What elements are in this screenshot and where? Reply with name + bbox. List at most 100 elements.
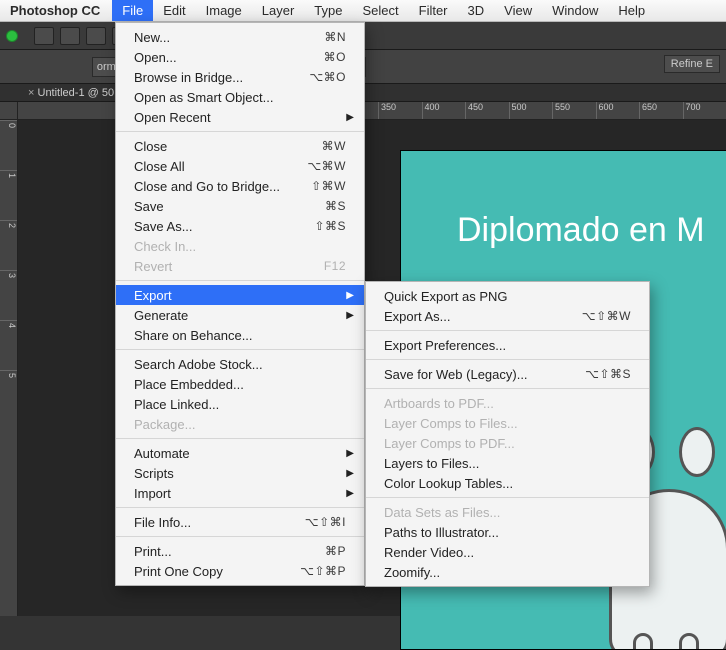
shortcut: ⌥⇧⌘P	[300, 564, 346, 578]
menu-help[interactable]: Help	[608, 0, 655, 21]
file-menu-close-and-go-to-bridge[interactable]: Close and Go to Bridge...⇧⌘W	[116, 176, 364, 196]
menu-item-label: Open Recent	[134, 110, 346, 125]
menu-item-label: Generate	[134, 308, 346, 323]
file-menu-file-info[interactable]: File Info...⌥⇧⌘I	[116, 512, 364, 532]
file-menu-export[interactable]: Export▶	[116, 285, 364, 305]
file-menu-close-all[interactable]: Close All⌥⌘W	[116, 156, 364, 176]
menu-item-label: Print...	[134, 544, 325, 559]
export-menu-layers-to-files[interactable]: Layers to Files...	[366, 453, 649, 473]
file-menu-place-linked[interactable]: Place Linked...	[116, 394, 364, 414]
file-menu-open[interactable]: Open...⌘O	[116, 47, 364, 67]
file-menu-dropdown[interactable]: New...⌘NOpen...⌘OBrowse in Bridge...⌥⌘OO…	[115, 22, 365, 586]
tool-icon[interactable]	[86, 27, 106, 45]
app-name: Photoshop CC	[0, 3, 112, 18]
file-menu-print[interactable]: Print...⌘P	[116, 541, 364, 561]
export-menu-paths-to-illustrator[interactable]: Paths to Illustrator...	[366, 522, 649, 542]
export-menu-layer-comps-to-files: Layer Comps to Files...	[366, 413, 649, 433]
ruler-corner	[0, 102, 18, 120]
file-menu-revert: RevertF12	[116, 256, 364, 276]
menu-item-label: Check In...	[134, 239, 346, 254]
menu-item-label: Export As...	[384, 309, 582, 324]
window-control[interactable]	[6, 30, 18, 42]
file-menu-close[interactable]: Close⌘W	[116, 136, 364, 156]
export-menu-quick-export-as-png[interactable]: Quick Export as PNG	[366, 286, 649, 306]
tool-icon[interactable]	[34, 27, 54, 45]
tab-title: Untitled-1 @ 50	[38, 87, 115, 99]
submenu-arrow-icon: ▶	[346, 310, 354, 321]
menu-item-label: Open as Smart Object...	[134, 90, 346, 105]
file-menu-open-as-smart-object[interactable]: Open as Smart Object...	[116, 87, 364, 107]
export-menu-export-as[interactable]: Export As...⌥⇧⌘W	[366, 306, 649, 326]
system-menubar: Photoshop CC FileEditImageLayerTypeSelec…	[0, 0, 726, 22]
menu-view[interactable]: View	[494, 0, 542, 21]
menu-item-label: Revert	[134, 259, 324, 274]
file-menu-automate[interactable]: Automate▶	[116, 443, 364, 463]
menu-item-label: Open...	[134, 50, 324, 65]
menu-filter[interactable]: Filter	[409, 0, 458, 21]
file-menu-search-adobe-stock[interactable]: Search Adobe Stock...	[116, 354, 364, 374]
file-menu-package: Package...	[116, 414, 364, 434]
menu-item-label: Automate	[134, 446, 346, 461]
menu-item-label: Save As...	[134, 219, 314, 234]
file-menu-place-embedded[interactable]: Place Embedded...	[116, 374, 364, 394]
ruler-vertical: 012345	[0, 120, 18, 616]
menu-item-label: Layer Comps to Files...	[384, 416, 631, 431]
menu-file[interactable]: File	[112, 0, 153, 21]
menu-item-label: Paths to Illustrator...	[384, 525, 631, 540]
menu-select[interactable]: Select	[352, 0, 408, 21]
tool-icon[interactable]	[60, 27, 80, 45]
file-menu-new[interactable]: New...⌘N	[116, 27, 364, 47]
menu-image[interactable]: Image	[196, 0, 252, 21]
file-menu-print-one-copy[interactable]: Print One Copy⌥⇧⌘P	[116, 561, 364, 581]
menu-item-label: Print One Copy	[134, 564, 300, 579]
menu-window[interactable]: Window	[542, 0, 608, 21]
file-menu-open-recent[interactable]: Open Recent▶	[116, 107, 364, 127]
shortcut: ⌥⌘W	[307, 159, 346, 173]
menu-item-label: Package...	[134, 417, 346, 432]
menu-3d[interactable]: 3D	[458, 0, 495, 21]
submenu-arrow-icon: ▶	[346, 448, 354, 459]
file-menu-browse-in-bridge[interactable]: Browse in Bridge...⌥⌘O	[116, 67, 364, 87]
menu-item-label: Close and Go to Bridge...	[134, 179, 311, 194]
submenu-arrow-icon: ▶	[346, 112, 354, 123]
file-menu-share-on-behance[interactable]: Share on Behance...	[116, 325, 364, 345]
shortcut: ⌘S	[325, 199, 346, 213]
shortcut: ⌥⌘O	[309, 70, 346, 84]
export-submenu[interactable]: Quick Export as PNGExport As...⌥⇧⌘WExpor…	[365, 281, 650, 587]
export-menu-zoomify[interactable]: Zoomify...	[366, 562, 649, 582]
shortcut: ⌥⇧⌘W	[582, 309, 631, 323]
refine-edge-button[interactable]: Refine E	[664, 55, 720, 73]
export-menu-save-for-web-legacy[interactable]: Save for Web (Legacy)...⌥⇧⌘S	[366, 364, 649, 384]
menu-edit[interactable]: Edit	[153, 0, 195, 21]
menu-item-label: Close All	[134, 159, 307, 174]
shortcut: ⌘N	[324, 30, 346, 44]
menubar-items: FileEditImageLayerTypeSelectFilter3DView…	[112, 0, 655, 21]
file-menu-import[interactable]: Import▶	[116, 483, 364, 503]
export-menu-color-lookup-tables[interactable]: Color Lookup Tables...	[366, 473, 649, 493]
shortcut: ⌘W	[322, 139, 346, 153]
menu-item-label: Export Preferences...	[384, 338, 631, 353]
menu-layer[interactable]: Layer	[252, 0, 305, 21]
export-menu-artboards-to-pdf: Artboards to PDF...	[366, 393, 649, 413]
menu-item-label: Search Adobe Stock...	[134, 357, 346, 372]
submenu-arrow-icon: ▶	[346, 488, 354, 499]
menu-item-label: Place Linked...	[134, 397, 346, 412]
export-menu-export-preferences[interactable]: Export Preferences...	[366, 335, 649, 355]
shortcut: ⌥⇧⌘I	[305, 515, 346, 529]
shortcut: ⇧⌘W	[311, 179, 346, 193]
file-menu-scripts[interactable]: Scripts▶	[116, 463, 364, 483]
menu-item-label: Share on Behance...	[134, 328, 346, 343]
menu-item-label: Layers to Files...	[384, 456, 631, 471]
export-menu-render-video[interactable]: Render Video...	[366, 542, 649, 562]
menu-item-label: Layer Comps to PDF...	[384, 436, 631, 451]
menu-item-label: Color Lookup Tables...	[384, 476, 631, 491]
file-menu-save[interactable]: Save⌘S	[116, 196, 364, 216]
menu-item-label: New...	[134, 30, 324, 45]
menu-item-label: Quick Export as PNG	[384, 289, 631, 304]
menu-type[interactable]: Type	[304, 0, 352, 21]
menu-item-label: File Info...	[134, 515, 305, 530]
file-menu-save-as[interactable]: Save As...⇧⌘S	[116, 216, 364, 236]
file-menu-generate[interactable]: Generate▶	[116, 305, 364, 325]
document-tab[interactable]: × Untitled-1 @ 50	[20, 87, 114, 99]
close-icon[interactable]: ×	[28, 87, 34, 99]
